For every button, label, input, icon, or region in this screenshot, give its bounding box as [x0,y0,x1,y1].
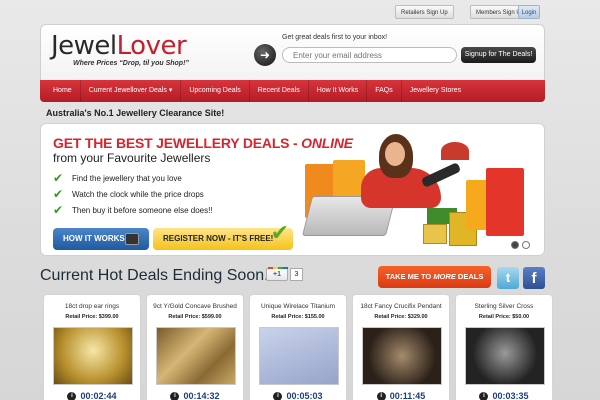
nav-jewellery-stores[interactable]: Jewellery Stores [402,80,469,102]
cross-image[interactable] [465,327,545,385]
deal-price: Retail Price: $399.00 [65,314,119,320]
checkmark-icon: ✔ [53,171,64,185]
deal-timer: 00:03:35 [492,391,529,400]
deal-name: Unique Wirelace Titanium [260,303,336,310]
hero-bullets: ✔ Find the jewellery that you love ✔ Watch… [53,170,213,218]
google-plus-one-button[interactable]: +1 [266,267,288,281]
nav-how-it-works[interactable]: How It Works [309,80,368,102]
checkmark-icon: ✔ [53,203,64,217]
deal-name: 9ct Y/Gold Concave Brushed [153,303,237,310]
deal-price: Retail Price: $599.00 [168,314,222,320]
earrings-image[interactable] [53,327,133,385]
slider-dots [511,241,530,249]
film-icon [125,233,139,245]
twitter-icon[interactable]: t [497,267,519,289]
deal-price: Retail Price: $155.00 [271,314,325,320]
plus-one-count: 3 [290,268,303,281]
deal-name: 18ct Fancy Crucifix Pendant [360,303,442,310]
woman-face-image [385,142,405,166]
deal-card[interactable]: Sterling Silver Cross Retail Price: $50.… [455,294,553,400]
deal-price: Retail Price: $329.00 [374,314,428,320]
email-input[interactable] [282,47,457,63]
deal-card[interactable]: Unique Wirelace Titanium Retail Price: $… [249,294,347,400]
bullet-item: ✔ Find the jewellery that you love [53,171,182,185]
how-it-works-button[interactable]: HOW IT WORKS [53,228,149,250]
nav-recent-deals[interactable]: Recent Deals [250,80,309,102]
shopping-bag-image [486,168,524,236]
site-header: JewelLover Where Prices “Drop, til you S… [40,24,545,84]
retailers-signup-button[interactable]: Retailers Sign Up [395,5,454,19]
info-icon[interactable]: i [67,391,77,400]
deal-card[interactable]: 18ct Fancy Crucifix Pendant Retail Price… [352,294,450,400]
bullet-item: ✔ Then buy it before someone else does!! [53,203,213,217]
nav-faqs[interactable]: FAQs [367,80,402,102]
tagline: Where Prices “Drop, til you Shop!” [73,60,189,67]
deal-cards: 18ct drop ear rings Retail Price: $399.0… [43,294,553,400]
checkmark-icon: ✔ [53,187,64,201]
clearance-heading: Australia's No.1 Jewellery Clearance Sit… [46,108,225,118]
woman-legs-image [420,162,462,188]
shoes-image [441,142,469,160]
login-button[interactable]: Login [518,5,540,19]
slider-dot[interactable] [522,241,530,249]
bullet-item: ✔ Watch the clock while the price drops [53,187,204,201]
hero-subtitle: from your Favourite Jewellers [53,151,211,165]
gift-box-image [423,224,447,244]
checkmark-icon: ✔ [270,220,289,245]
logo[interactable]: JewelLover Where Prices “Drop, til you S… [51,31,216,81]
current-deals-title: Current Hot Deals Ending Soon... [40,267,278,284]
crucifix-image[interactable] [362,327,442,385]
logo-text-jewel: Jewel [51,31,117,61]
info-icon[interactable]: i [376,391,386,400]
info-icon[interactable]: i [479,391,489,400]
register-button[interactable]: REGISTER NOW - IT'S FREE! ✔ [153,222,293,250]
deal-card[interactable]: 9ct Y/Gold Concave Brushed Retail Price:… [146,294,244,400]
deal-name: 18ct drop ear rings [64,303,120,310]
deal-timer: 00:14:32 [183,391,220,400]
info-icon[interactable]: i [170,391,180,400]
info-icon[interactable]: i [273,391,283,400]
more-deals-button[interactable]: TAKE ME TO MORE DEALS [378,266,491,288]
nav-home[interactable]: Home [40,80,81,102]
deal-price: Retail Price: $50.00 [478,314,530,320]
slider-dot[interactable] [511,241,519,249]
necklace-image[interactable] [259,327,339,385]
nav-upcoming-deals[interactable]: Upcoming Deals [181,80,250,102]
logo-text-lover: Lover [116,31,187,61]
deal-card[interactable]: 18ct drop ear rings Retail Price: $399.0… [43,294,141,400]
main-nav: Home Current Jewellover Deals ▾ Upcoming… [40,80,545,102]
deal-timer: 00:11:45 [389,391,426,400]
ring-image[interactable] [156,327,236,385]
hero-banner: GET THE BEST JEWELLERY DEALS - ONLINE fr… [40,123,545,256]
deal-timer: 00:02:44 [80,391,117,400]
nav-current-deals[interactable]: Current Jewellover Deals ▾ [81,80,182,102]
hero-title: GET THE BEST JEWELLERY DEALS - ONLINE [53,135,353,151]
facebook-icon[interactable]: f [523,267,545,289]
deal-timer: 00:05:03 [286,391,323,400]
signup-deals-button[interactable]: Signup for The Deals! [461,47,536,63]
deal-name: Sterling Silver Cross [474,303,534,310]
right-arrow-icon: ➜ [254,44,276,66]
signup-prompt: Get great deals first to your inbox! [282,34,388,41]
